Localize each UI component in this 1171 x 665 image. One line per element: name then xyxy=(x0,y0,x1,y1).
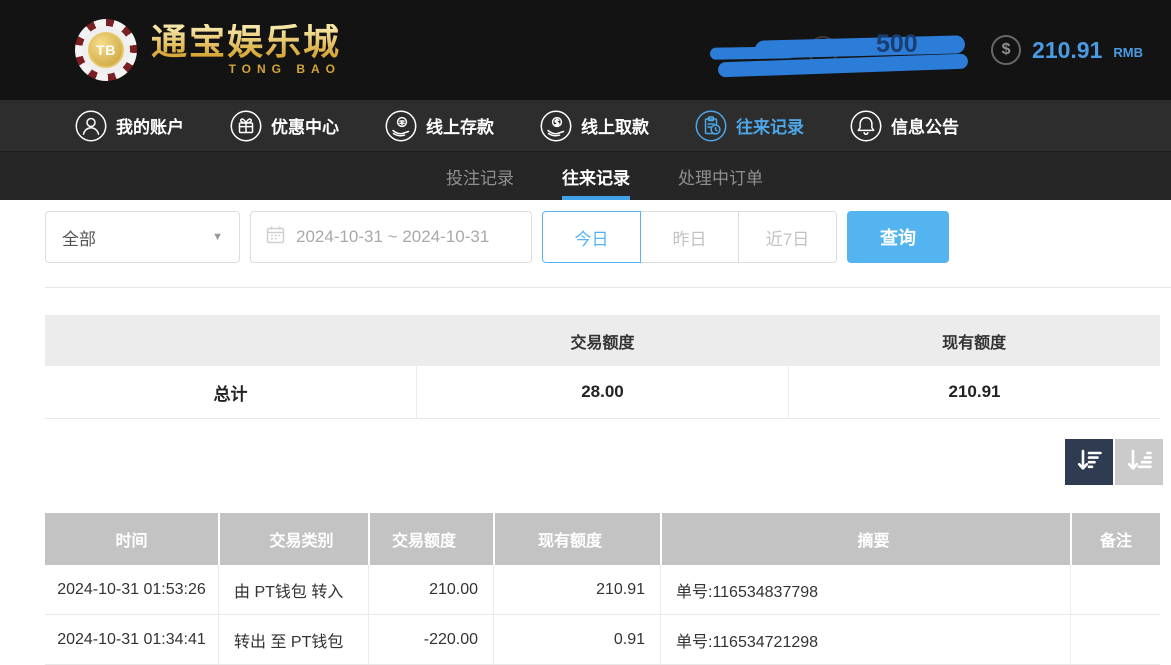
summary-total-row: 总计 28.00 210.91 xyxy=(45,366,1160,419)
logo-title: 通宝娱乐城 xyxy=(151,24,341,60)
logo-text: 通宝娱乐城 TONG BAO xyxy=(151,24,341,76)
range-today-button[interactable]: 今日 xyxy=(542,211,641,263)
balance[interactable]: $ 210.91 RMB xyxy=(991,0,1143,100)
col-header-amount: 交易额度 xyxy=(368,513,493,565)
range-label: 昨日 xyxy=(673,225,707,250)
records-clipboard-icon xyxy=(695,110,727,142)
cell-type: 由 PT钱包 转入 xyxy=(218,565,368,614)
filter-bar: 全部 ▼ 2024-10-31 ~ 2024-10-31 今日 昨日 近7日 查… xyxy=(45,211,1171,263)
summary-header-trade-amount: 交易额度 xyxy=(417,315,789,366)
sort-desc-icon xyxy=(1076,447,1103,477)
nav-label: 线上存款 xyxy=(426,113,494,138)
range-last7days-button[interactable]: 近7日 xyxy=(738,211,837,263)
sort-asc-icon xyxy=(1126,447,1153,477)
nav-label: 优惠中心 xyxy=(271,113,339,138)
cell-note xyxy=(1070,615,1160,664)
col-header-note: 备注 xyxy=(1070,513,1160,565)
summary-header-current-amount: 现有额度 xyxy=(788,315,1160,366)
balance-amount: 210.91 xyxy=(1032,37,1102,64)
tab-pending-orders[interactable]: 处理中订单 xyxy=(678,152,763,200)
search-button-label: 查询 xyxy=(880,224,916,250)
calendar-icon xyxy=(266,225,285,249)
main-nav: 我的账户 优惠中心 线上存款 线上取款 往来记录 信息公告 xyxy=(0,100,1171,152)
col-header-balance: 现有额度 xyxy=(493,513,660,565)
nav-label: 往来记录 xyxy=(736,113,804,138)
type-select[interactable]: 全部 ▼ xyxy=(45,211,240,263)
nav-item-transactions[interactable]: 往来记录 xyxy=(695,110,804,142)
cell-summary: 单号:116534837798 xyxy=(660,565,1070,614)
cell-amount: -220.00 xyxy=(368,615,493,664)
nav-item-promotions[interactable]: 优惠中心 xyxy=(230,110,339,142)
tab-label: 处理中订单 xyxy=(678,164,763,189)
table-row: 2024-10-31 01:53:26 由 PT钱包 转入 210.00 210… xyxy=(45,565,1160,615)
logo[interactable]: TB 通宝娱乐城 TONG BAO xyxy=(75,19,341,81)
date-range-input[interactable]: 2024-10-31 ~ 2024-10-31 xyxy=(250,211,532,263)
records-header-row: 时间 交易类别 交易额度 现有额度 摘要 备注 xyxy=(45,513,1160,565)
cell-summary: 单号:116534721298 xyxy=(660,615,1070,664)
person-icon xyxy=(75,110,107,142)
tb-chip-icon: TB xyxy=(75,19,137,81)
section-divider xyxy=(45,287,1171,288)
cell-amount: 210.00 xyxy=(368,565,493,614)
col-header-time: 时间 xyxy=(45,513,218,565)
range-yesterday-button[interactable]: 昨日 xyxy=(640,211,739,263)
col-header-summary: 摘要 xyxy=(660,513,1070,565)
balance-currency: RMB xyxy=(1113,45,1143,60)
withdraw-hand-dollar-icon xyxy=(540,110,572,142)
quick-range-group: 今日 昨日 近7日 xyxy=(542,211,837,263)
tab-label: 往来记录 xyxy=(562,164,630,189)
active-tab-underline xyxy=(562,196,630,200)
tab-transaction-records[interactable]: 往来记录 xyxy=(562,152,630,200)
records-table: 时间 交易类别 交易额度 现有额度 摘要 备注 2024-10-31 01:53… xyxy=(45,513,1160,665)
redaction-scribble xyxy=(710,46,795,59)
range-label: 今日 xyxy=(575,225,609,250)
search-button[interactable]: 查询 xyxy=(847,211,949,263)
nav-label: 信息公告 xyxy=(891,113,959,138)
summary-current-amount: 210.91 xyxy=(788,366,1160,418)
nav-label: 线上取款 xyxy=(581,113,649,138)
range-label: 近7日 xyxy=(766,225,809,250)
sort-controls xyxy=(0,439,1171,485)
summary-trade-amount: 28.00 xyxy=(416,366,788,418)
tab-label: 投注记录 xyxy=(446,164,514,189)
summary-table: 交易额度 现有额度 总计 28.00 210.91 xyxy=(45,315,1160,419)
nav-item-my-account[interactable]: 我的账户 xyxy=(75,110,184,142)
gift-icon xyxy=(230,110,262,142)
deposit-hand-coin-icon xyxy=(385,110,417,142)
cell-type: 转出 至 PT钱包 xyxy=(218,615,368,664)
cell-time: 2024-10-31 01:34:41 xyxy=(45,615,218,664)
chevron-down-icon: ▼ xyxy=(212,231,223,243)
summary-header-blank xyxy=(45,315,417,366)
tab-bet-records[interactable]: 投注记录 xyxy=(446,152,514,200)
nav-item-announcements[interactable]: 信息公告 xyxy=(850,110,959,142)
cell-balance: 0.91 xyxy=(493,615,660,664)
app-header: TB 通宝娱乐城 TONG BAO 500 $ 210.91 RMB xyxy=(0,0,1171,100)
sort-descending-button[interactable] xyxy=(1065,439,1113,485)
date-range-value: 2024-10-31 ~ 2024-10-31 xyxy=(296,227,489,247)
nav-label: 我的账户 xyxy=(116,113,184,138)
summary-total-label: 总计 xyxy=(45,366,416,418)
cell-time: 2024-10-31 01:53:26 xyxy=(45,565,218,614)
sub-nav: 投注记录 往来记录 处理中订单 xyxy=(0,152,1171,200)
table-row: 2024-10-31 01:34:41 转出 至 PT钱包 -220.00 0.… xyxy=(45,615,1160,665)
bell-icon xyxy=(850,110,882,142)
cell-balance: 210.91 xyxy=(493,565,660,614)
type-select-value: 全部 xyxy=(62,225,96,250)
sort-ascending-button[interactable] xyxy=(1115,439,1163,485)
tb-chip-label: TB xyxy=(88,32,124,68)
nav-item-deposit[interactable]: 线上存款 xyxy=(385,110,494,142)
col-header-type: 交易类别 xyxy=(218,513,368,565)
cell-note xyxy=(1070,565,1160,614)
nav-item-withdraw[interactable]: 线上取款 xyxy=(540,110,649,142)
dollar-circle-icon: $ xyxy=(991,35,1021,65)
logo-subtitle: TONG BAO xyxy=(229,62,341,76)
summary-header-row: 交易额度 现有额度 xyxy=(45,315,1160,366)
